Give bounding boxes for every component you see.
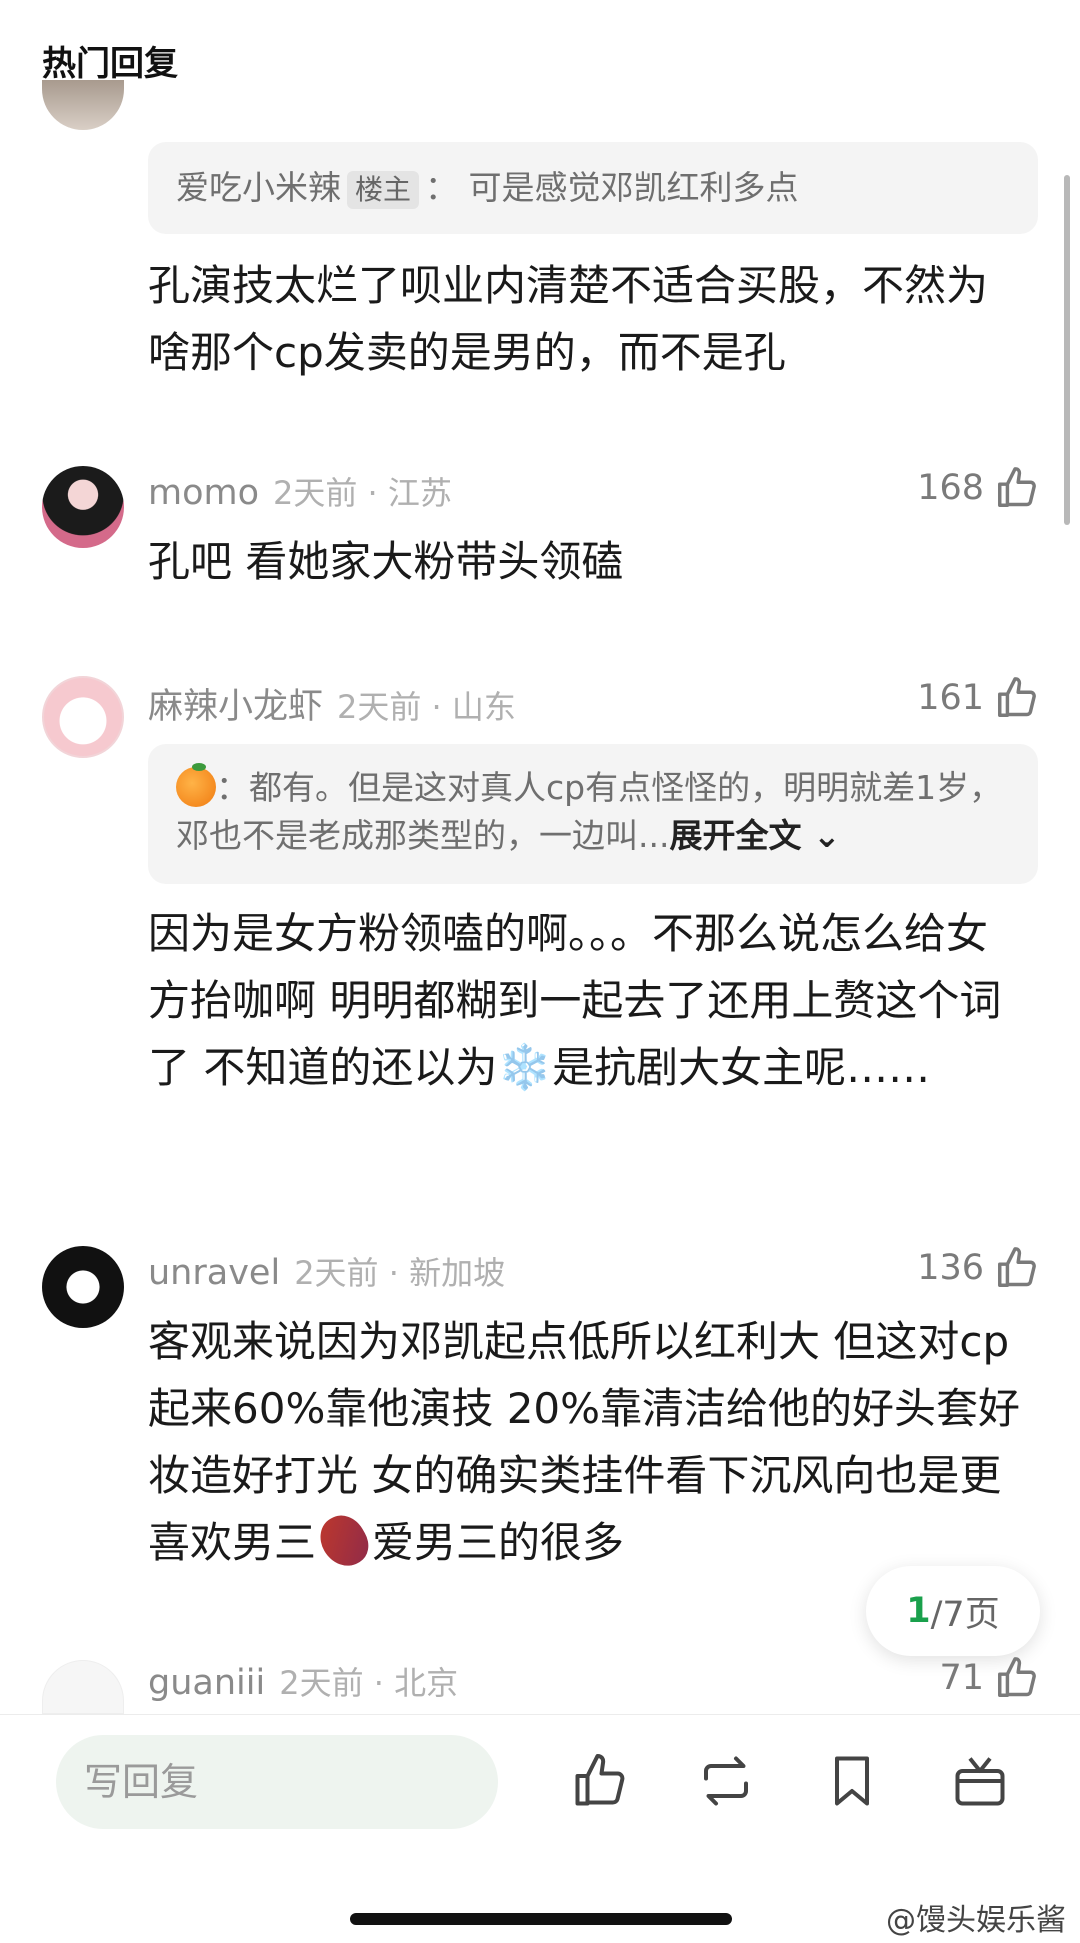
comment-meta: 麻辣小龙虾 2天前 · 山东	[148, 678, 516, 729]
like-count: 136	[917, 1248, 984, 1288]
like-button[interactable]: 136	[917, 1245, 1040, 1291]
snowflake-emoji-icon: ❄️	[497, 1042, 553, 1093]
comment-meta: unravel 2天前 · 新加坡	[148, 1248, 505, 1294]
repost-icon[interactable]	[696, 1751, 756, 1811]
like-button[interactable]: 168	[917, 465, 1040, 511]
reply-input[interactable]: 写回复	[56, 1735, 498, 1829]
username[interactable]: unravel	[148, 1253, 280, 1293]
comment-text: 孔吧 看她家大粉带头领磕	[148, 537, 624, 586]
avatar[interactable]	[42, 80, 124, 130]
watermark: @馒头娱乐酱	[886, 1903, 1066, 1938]
sweet-potato-emoji-icon	[311, 1507, 377, 1575]
scrollbar[interactable]	[1064, 175, 1070, 525]
time-location: 2天前 · 江苏	[273, 474, 452, 512]
bookmark-icon[interactable]	[822, 1751, 882, 1811]
quoted-reply[interactable]: ：都有。但是这对真人cp有点怪怪的，明明就差1岁，邓也不是老成那类型的，一边叫.…	[148, 744, 1038, 884]
like-count: 71	[939, 1658, 984, 1698]
page-indicator[interactable]: 1/7页	[866, 1566, 1040, 1656]
avatar[interactable]	[42, 1246, 124, 1328]
comment-meta: momo 2天前 · 江苏	[148, 468, 452, 514]
time-location: 2天前 · 山东	[337, 688, 516, 726]
thumbs-up-icon	[998, 467, 1036, 507]
like-count: 168	[917, 468, 984, 508]
thumbs-up-icon	[998, 1247, 1036, 1287]
avatar[interactable]	[42, 676, 124, 758]
bottom-action-bar: 写回复 @馒头娱乐酱	[0, 1714, 1080, 1943]
quote-text: ：都有。但是这对真人cp有点怪怪的，明明就差1岁，邓也不是老成那类型的，一边叫.…	[176, 768, 1003, 855]
username[interactable]: momo	[148, 473, 259, 513]
like-button[interactable]: 161	[917, 675, 1040, 721]
home-indicator	[350, 1913, 732, 1925]
comment-text: 孔演技太烂了呗业内清楚不适合买股，不然为啥那个cp发卖的是男的，而不是孔	[148, 261, 989, 377]
like-button[interactable]: 71	[939, 1655, 1040, 1701]
host-badge: 楼主	[347, 170, 420, 209]
comment-text: 客观来说因为邓凯起点低所以红利大 但这对cp起来60%靠他演技 20%靠清洁给他…	[148, 1308, 1028, 1576]
quote-text: 可是感觉邓凯红利多点	[468, 168, 799, 207]
quote-separator: ：	[425, 168, 459, 207]
avatar[interactable]	[42, 466, 124, 548]
quote-author[interactable]: 爱吃小米辣	[176, 168, 341, 207]
username[interactable]: guaniii	[148, 1663, 265, 1703]
time-location: 2天前 · 新加坡	[294, 1254, 506, 1292]
total-pages: /7页	[930, 1594, 1000, 1635]
orange-emoji-icon	[176, 763, 216, 807]
time-location: 2天前 · 北京	[279, 1664, 459, 1702]
thumbs-up-icon	[998, 677, 1036, 717]
username[interactable]: 麻辣小龙虾	[148, 678, 323, 729]
quoted-reply[interactable]: 爱吃小米辣 楼主： 可是感觉邓凯红利多点	[148, 142, 1038, 234]
like-count: 161	[917, 678, 984, 718]
current-page: 1	[906, 1591, 931, 1631]
comment-text: 因为是女方粉领嗑的啊。。。不那么说怎么给女方抬咖啊 明明都糊到一起去了还用上赘这…	[148, 909, 1002, 1093]
chevron-down-icon: ⌄	[812, 816, 841, 855]
thumbs-up-icon[interactable]	[570, 1751, 630, 1811]
comment-meta: guaniii 2天前 · 北京	[148, 1658, 458, 1704]
gift-icon[interactable]	[950, 1751, 1010, 1811]
thumbs-up-icon	[998, 1657, 1036, 1697]
avatar[interactable]	[42, 1660, 124, 1714]
expand-full-text-button[interactable]: 展开全文 ⌄	[669, 816, 840, 855]
page-title: 热门回复	[42, 44, 178, 84]
